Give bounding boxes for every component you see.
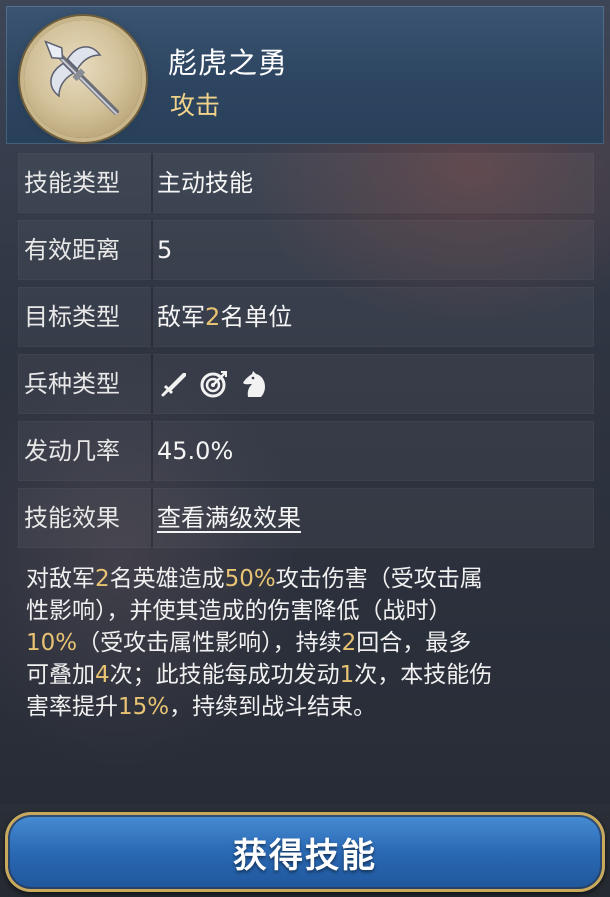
desc-number: 15% — [118, 694, 170, 719]
row-value: 敌军2名单位 — [157, 287, 292, 347]
row-skill-type: 技能类型 主动技能 — [18, 153, 594, 213]
description-line: 害率提升15%，持续到战斗结束。 — [26, 691, 586, 719]
row-target-type: 目标类型 敌军2名单位 — [18, 287, 594, 347]
desc-number: 1 — [339, 662, 355, 688]
divider — [151, 421, 153, 481]
acquire-skill-button[interactable]: 获得技能 — [5, 812, 605, 892]
value-text: 名单位 — [220, 303, 293, 331]
description-line: 10%（受攻击属性影响），持续2回合，最多 — [26, 627, 586, 659]
divider — [151, 220, 153, 280]
value-number: 2 — [205, 303, 221, 331]
row-trigger-rate: 发动几率 45.0% — [18, 421, 594, 481]
desc-text: 回合，最多 — [356, 630, 472, 656]
skill-header: 彪虎之勇 攻击 — [6, 6, 604, 144]
desc-text: 害率提升 — [26, 694, 118, 719]
description-line: 可叠加4次；此技能每成功发动1次，本技能伤 — [26, 659, 586, 691]
desc-number: 50% — [224, 566, 276, 592]
skill-name: 彪虎之勇 — [168, 46, 289, 80]
desc-text: 名英雄造成 — [109, 566, 225, 592]
desc-text: 次；此技能每成功发动 — [109, 662, 340, 688]
desc-number: 2 — [95, 566, 110, 592]
skill-description: 对敌军2名英雄造成50%攻击伤害（受攻击属 性影响），并使其造成的伤害降低（战时… — [26, 563, 586, 719]
desc-text: 攻击伤害（受攻击属 — [275, 566, 483, 592]
desc-number: 10% — [26, 630, 78, 656]
horse-icon — [239, 369, 269, 399]
row-value: 45.0% — [157, 437, 234, 465]
row-value: 5 — [157, 236, 173, 264]
row-label: 发动几率 — [24, 437, 120, 465]
divider — [151, 153, 153, 213]
desc-text: ，持续到战斗结束。 — [169, 694, 377, 719]
row-label: 有效距离 — [24, 236, 120, 264]
skill-tag: 攻击 — [170, 91, 221, 120]
unit-icons — [159, 368, 269, 400]
desc-number: 4 — [95, 662, 110, 688]
row-label: 兵种类型 — [24, 370, 120, 398]
row-label: 技能类型 — [24, 169, 120, 197]
row-unit-type: 兵种类型 — [18, 354, 594, 414]
description-line: 性影响），并使其造成的伤害降低（战时） — [26, 598, 452, 624]
divider — [151, 287, 153, 347]
row-skill-effect: 技能效果 查看满级效果 — [18, 488, 594, 548]
desc-text: 次，本技能伤 — [354, 662, 493, 688]
sword-icon — [159, 369, 189, 399]
halberd-icon — [24, 20, 142, 138]
desc-text: 可叠加 — [26, 662, 95, 688]
row-label: 目标类型 — [24, 303, 120, 331]
desc-text: （受攻击属性影响），持续 — [77, 630, 342, 656]
divider — [151, 354, 153, 414]
desc-number: 2 — [341, 630, 357, 656]
desc-text: 对敌军 — [26, 566, 95, 592]
value-text: 敌军 — [157, 303, 205, 331]
row-range: 有效距离 5 — [18, 220, 594, 280]
view-max-level-link[interactable]: 查看满级效果 — [157, 488, 301, 548]
row-label: 技能效果 — [24, 504, 120, 532]
target-icon — [199, 369, 229, 399]
divider — [151, 488, 153, 548]
row-value: 主动技能 — [157, 169, 253, 197]
description-line: 对敌军2名英雄造成50%攻击伤害（受攻击属 — [26, 563, 586, 595]
